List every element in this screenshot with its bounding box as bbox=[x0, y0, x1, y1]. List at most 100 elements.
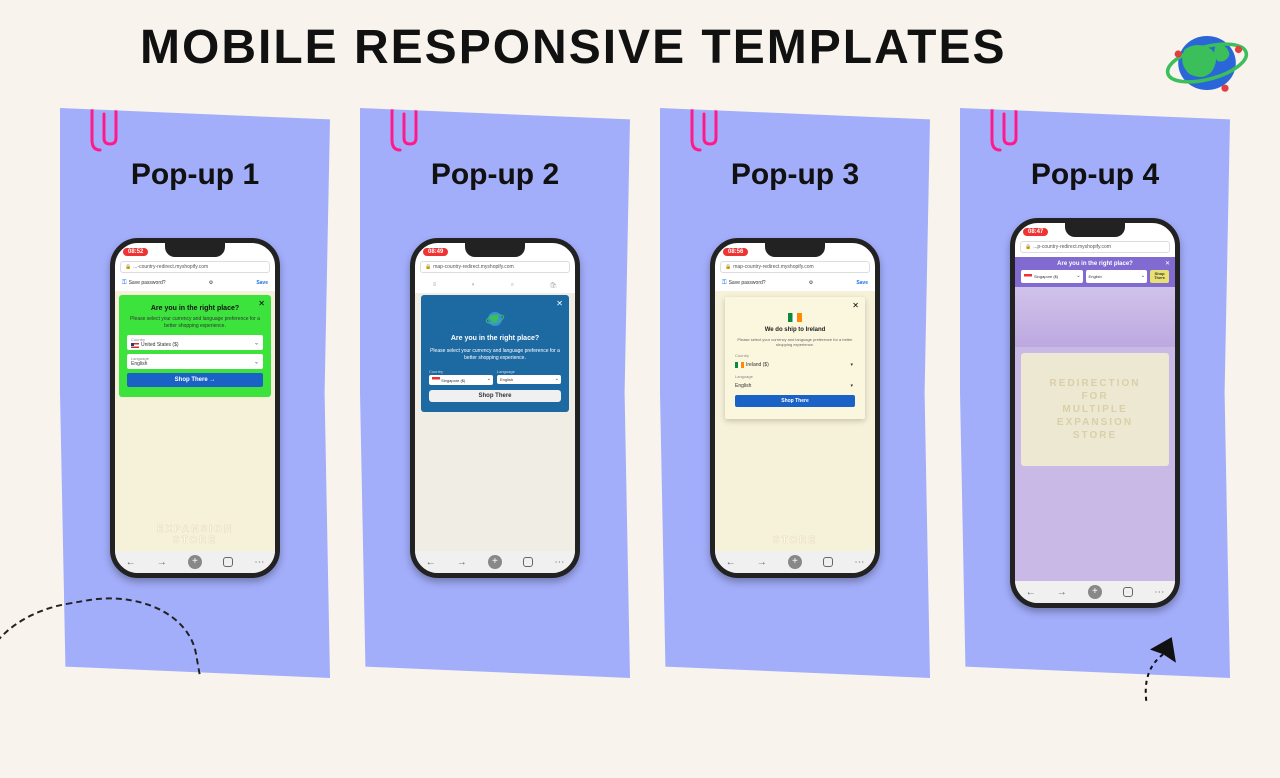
forward-icon[interactable]: → bbox=[757, 557, 767, 568]
tabs-icon[interactable] bbox=[1123, 587, 1133, 597]
tabs-icon[interactable] bbox=[523, 557, 533, 567]
browser-nav: ← → + ⋯ bbox=[715, 551, 875, 573]
phone-notch bbox=[765, 243, 825, 257]
gear-icon[interactable]: ⚙ bbox=[809, 280, 813, 286]
shop-there-button[interactable]: ShopThere bbox=[1150, 270, 1169, 283]
popup-heading: We do ship to Ireland bbox=[735, 327, 855, 333]
phone-notch bbox=[165, 243, 225, 257]
lang-label: Language bbox=[497, 369, 561, 374]
lang-value: English bbox=[500, 377, 513, 382]
key-icon: ⚿ bbox=[722, 280, 727, 286]
more-icon[interactable]: ⋯ bbox=[854, 557, 864, 568]
popup-body: Please select your currency and language… bbox=[735, 337, 855, 347]
globe-icon bbox=[1162, 18, 1252, 108]
save-prompt: Save password? bbox=[129, 280, 166, 286]
close-icon[interactable]: ✕ bbox=[258, 299, 265, 308]
new-tab-icon[interactable]: + bbox=[788, 555, 802, 569]
lock-icon: 🔒 bbox=[425, 264, 431, 270]
paperclip-icon bbox=[390, 100, 420, 155]
browser-nav: ← → + ⋯ bbox=[415, 551, 575, 573]
phone-notch bbox=[465, 243, 525, 257]
back-icon[interactable]: ← bbox=[1026, 587, 1036, 598]
status-time: 08:49 bbox=[423, 248, 448, 256]
lock-icon: 🔒 bbox=[1025, 244, 1031, 250]
url-bar[interactable]: 🔒 map-country-redirect.myshopify.com bbox=[420, 261, 570, 273]
more-icon[interactable]: ⋯ bbox=[1154, 587, 1164, 598]
hero-art bbox=[1015, 287, 1175, 347]
new-tab-icon[interactable]: + bbox=[488, 555, 502, 569]
browser-nav: ← → + ⋯ bbox=[115, 551, 275, 573]
phone-mock-2: 08:49 🔒 map-country-redirect.myshopify.c… bbox=[410, 238, 580, 578]
save-prompt: Save password? bbox=[729, 280, 766, 286]
more-icon[interactable]: ⋯ bbox=[554, 557, 564, 568]
back-icon[interactable]: ← bbox=[426, 557, 436, 568]
screen-body: ✕ We do ship to Ireland Please select yo… bbox=[715, 291, 875, 551]
chevron-down-icon: ⌄ bbox=[254, 339, 259, 346]
screen-body: ≡ ◐ ⌕ 🛍 ✕ Are you in the right place? Pl… bbox=[415, 277, 575, 551]
url-text: map-country-redirect.myshopify.com bbox=[733, 264, 814, 270]
language-select[interactable]: Language English ⌄ bbox=[127, 354, 263, 369]
save-password-row: ⚿Save password? ⚙ Save bbox=[120, 277, 270, 289]
popup-body: Please select your currency and language… bbox=[429, 348, 561, 361]
card-label: Pop-up 2 bbox=[360, 158, 630, 192]
bg-store-text: EXPANSIONSTORE bbox=[115, 524, 275, 546]
phone-notch bbox=[1065, 223, 1125, 237]
language-select[interactable]: English ⌄ bbox=[1086, 270, 1148, 283]
forward-icon[interactable]: → bbox=[157, 557, 167, 568]
language-select[interactable]: English ▾ bbox=[735, 381, 855, 391]
popup-heading: Are you in the right place? bbox=[1021, 261, 1169, 267]
close-icon[interactable]: ✕ bbox=[1165, 260, 1170, 267]
flag-us-icon bbox=[131, 343, 139, 348]
popup-panel: ✕ Are you in the right place? Please sel… bbox=[421, 295, 569, 412]
close-icon[interactable]: ✕ bbox=[556, 299, 563, 308]
popup-heading: Are you in the right place? bbox=[127, 305, 263, 312]
lang-value: English bbox=[735, 383, 751, 389]
cart-icon[interactable]: 🛍 bbox=[550, 282, 558, 289]
shop-there-button[interactable]: Shop There bbox=[735, 395, 855, 407]
shop-there-button[interactable]: Shop There → bbox=[127, 373, 263, 387]
url-bar[interactable]: 🔒 ...p-country-redirect.myshopify.com bbox=[1020, 241, 1170, 253]
more-icon[interactable]: ⋯ bbox=[254, 557, 264, 568]
country-select[interactable]: Country United States ($) ⌄ bbox=[127, 335, 263, 350]
country-select[interactable]: Singapore ($) ⌄ bbox=[1021, 270, 1083, 283]
tabs-icon[interactable] bbox=[223, 557, 233, 567]
save-link[interactable]: Save bbox=[856, 280, 868, 286]
language-select[interactable]: Language English⌄ bbox=[497, 369, 561, 385]
chevron-down-icon: ⌄ bbox=[1076, 273, 1080, 279]
chevron-down-icon: ⌄ bbox=[254, 358, 259, 365]
tabs-icon[interactable] bbox=[823, 557, 833, 567]
paperclip-icon bbox=[90, 100, 120, 155]
menu-icon[interactable]: ≡ bbox=[433, 282, 437, 288]
new-tab-icon[interactable]: + bbox=[1088, 585, 1102, 599]
popup-panel: ✕ Are you in the right place? Please sel… bbox=[119, 295, 271, 397]
phone-mock-4: 08:47 🔒 ...p-country-redirect.myshopify.… bbox=[1010, 218, 1180, 608]
card-popup-2: Pop-up 2 08:49 🔒 map-country-redirect.my… bbox=[360, 108, 630, 678]
close-icon[interactable]: ✕ bbox=[852, 301, 859, 310]
save-link[interactable]: Save bbox=[256, 280, 268, 286]
popup-heading: Are you in the right place? bbox=[429, 335, 561, 342]
gear-icon[interactable]: ⚙ bbox=[209, 280, 213, 286]
page-title: MOBILE RESPONSIVE TEMPLATES bbox=[140, 20, 1007, 75]
back-icon[interactable]: ← bbox=[726, 557, 736, 568]
forward-icon[interactable]: → bbox=[457, 557, 467, 568]
lang-value: English bbox=[131, 361, 259, 367]
new-tab-icon[interactable]: + bbox=[188, 555, 202, 569]
url-bar[interactable]: 🔒 ...-country-redirect.myshopify.com bbox=[120, 261, 270, 273]
phone-mock-1: 08:52 🔒 ...-country-redirect.myshopify.c… bbox=[110, 238, 280, 578]
search-icon[interactable]: ⌕ bbox=[511, 282, 514, 289]
country-label: Country bbox=[429, 369, 493, 374]
country-select[interactable]: Ireland ($) ▾ bbox=[735, 360, 855, 370]
shop-there-button[interactable]: Shop There bbox=[429, 390, 561, 402]
chevron-down-icon: ▾ bbox=[850, 383, 853, 389]
redirection-banner: REDIRECTION FOR MULTIPLE EXPANSION STORE bbox=[1021, 353, 1169, 466]
url-bar[interactable]: 🔒 map-country-redirect.myshopify.com bbox=[720, 261, 870, 273]
card-label: Pop-up 3 bbox=[660, 158, 930, 192]
status-time: 08:56 bbox=[723, 248, 748, 256]
back-icon[interactable]: ← bbox=[126, 557, 136, 568]
popup-bar: ✕ Are you in the right place? Singapore … bbox=[1015, 257, 1175, 287]
card-label: Pop-up 4 bbox=[960, 158, 1230, 192]
country-select[interactable]: Country Singapore ($)⌄ bbox=[429, 369, 493, 385]
lock-icon: 🔒 bbox=[725, 264, 731, 270]
country-value: Singapore ($) bbox=[1034, 274, 1058, 279]
forward-icon[interactable]: → bbox=[1057, 587, 1067, 598]
